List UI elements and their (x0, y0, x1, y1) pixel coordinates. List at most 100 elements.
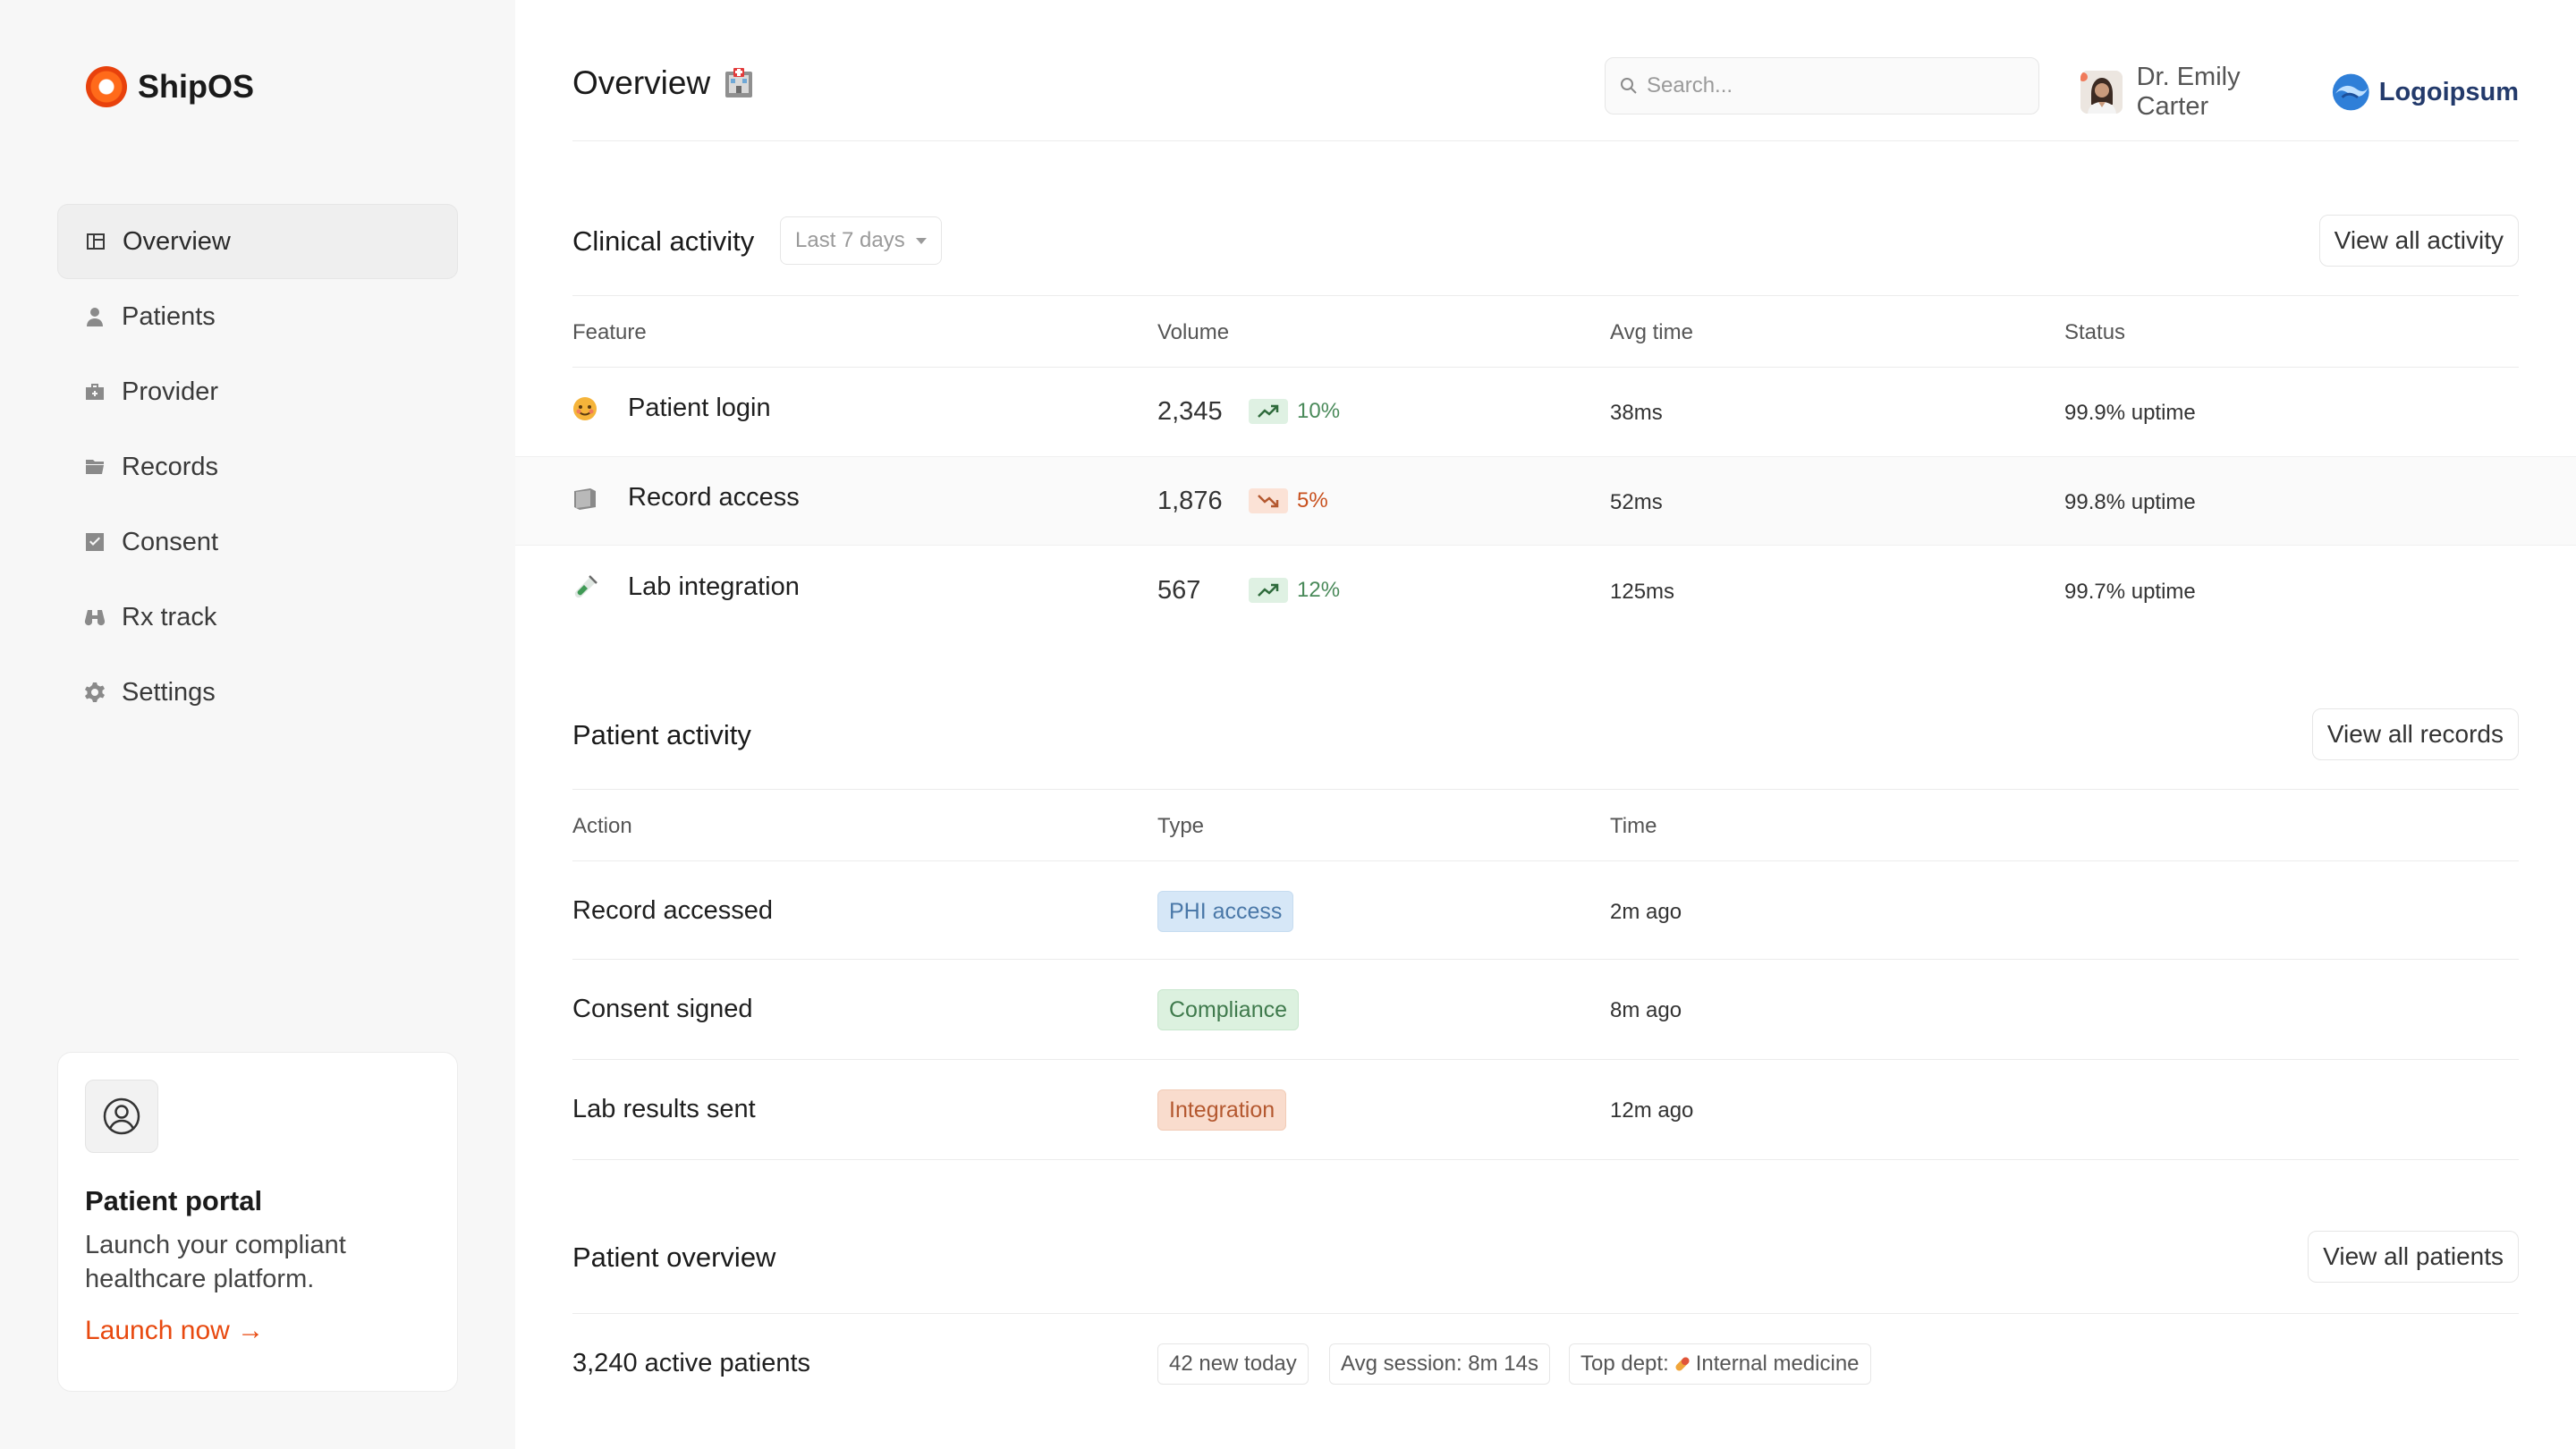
divider (572, 1159, 2519, 1160)
status-value: 99.9% uptime (2064, 401, 2196, 425)
section-title: Patient activity (572, 719, 751, 750)
logoipsum-logo-icon (2333, 73, 2369, 111)
divider (572, 295, 2519, 296)
sidebar-item-rx-track[interactable]: Rx track (57, 580, 458, 655)
type-badge: Integration (1157, 1089, 1287, 1131)
feature-name: Record access (628, 483, 800, 512)
status-value: 99.7% uptime (2064, 580, 2196, 604)
patient-portal-card: Patient portal Launch your compliant hea… (57, 1052, 458, 1392)
volume-value: 2,345 (1157, 397, 1223, 426)
sidebar: ShipOS Overview Patients Provider Record… (0, 0, 515, 1449)
sidebar-item-label: Patients (122, 301, 216, 331)
volume-value: 1,876 (1157, 487, 1223, 515)
gear-icon (84, 682, 106, 703)
search-icon (1621, 78, 1637, 94)
test-tube-emoji-icon (572, 574, 597, 600)
column-header-feature: Feature (572, 320, 647, 344)
column-header-status: Status (2064, 320, 2126, 344)
layout-icon (85, 231, 106, 252)
column-header-action: Action (572, 814, 632, 838)
section-title: Patient overview (572, 1241, 776, 1273)
divider (572, 789, 2519, 790)
search-input[interactable] (1647, 73, 2022, 98)
promo-title: Patient portal (85, 1185, 263, 1216)
user-name: Dr. Emily Carter (2136, 63, 2241, 121)
view-all-records-button[interactable]: View all records (2311, 708, 2519, 760)
action-value: Lab results sent (572, 1095, 756, 1123)
page-title: Overview (572, 64, 753, 102)
column-header-type: Type (1157, 814, 1205, 838)
trend-value: 10% (1297, 399, 1341, 423)
topbar: Overview Search... Dr. Emily Carter Logo… (572, 55, 2519, 141)
trend-badge: 5% (1249, 488, 1328, 513)
launch-now-link[interactable]: Launch now → (85, 1316, 264, 1346)
divider (572, 959, 2519, 960)
sidebar-item-label: Provider (122, 377, 218, 406)
column-header-volume: Volume (1157, 320, 1230, 344)
column-header-avg-time: Avg time (1610, 320, 1693, 344)
brand[interactable]: ShipOS (86, 66, 254, 107)
sidebar-item-label: Settings (122, 677, 216, 707)
view-all-patients-button[interactable]: View all patients (2308, 1231, 2519, 1283)
active-patients-count: 3,240 active patients (572, 1349, 811, 1377)
feature-name: Patient login (628, 394, 771, 422)
avatar[interactable] (2080, 71, 2123, 114)
briefcase-icon (84, 381, 106, 402)
top-dept-chip: Top dept: Internal medicine (1569, 1343, 1871, 1385)
brand-name: ShipOS (138, 68, 255, 105)
time-value: 2m ago (1610, 900, 1682, 924)
feature-cell: Patient login (572, 394, 771, 423)
top-dept-value: Internal medicine (1695, 1352, 1860, 1376)
trend-value: 5% (1297, 488, 1328, 513)
promo-text: Launch your compliant healthcare platfor… (85, 1231, 346, 1293)
sidebar-item-label: Overview (123, 226, 231, 256)
top-dept-label: Top dept: (1580, 1352, 1669, 1376)
search-box[interactable] (1605, 57, 2039, 114)
trend-badge: 12% (1249, 578, 1340, 603)
page-title-text: Overview (572, 64, 711, 101)
user-circle-icon (85, 1080, 158, 1153)
time-value: 8m ago (1610, 998, 1682, 1022)
folder-icon (84, 456, 106, 478)
sidebar-item-settings[interactable]: Settings (57, 655, 458, 730)
avg-time-value: 52ms (1610, 490, 1663, 514)
action-value: Record accessed (572, 896, 774, 925)
sidebar-item-patients[interactable]: Patients (57, 279, 458, 354)
action-value: Consent signed (572, 995, 753, 1023)
trend-down-icon (1249, 488, 1288, 513)
time-value: 12m ago (1610, 1098, 1694, 1123)
sidebar-item-label: Consent (122, 527, 219, 556)
view-all-activity-button[interactable]: View all activity (2318, 215, 2519, 267)
divider (572, 860, 2519, 861)
date-range-value: Last 7 days (795, 228, 905, 252)
sidebar-item-provider[interactable]: Provider (57, 354, 458, 429)
divider (572, 1059, 2519, 1060)
feature-cell: Lab integration (572, 572, 800, 602)
hospital-emoji-icon (725, 68, 753, 97)
notebook-emoji-icon (572, 486, 597, 511)
avg-session-chip: Avg session: 8m 14s (1329, 1343, 1551, 1385)
sidebar-item-overview[interactable]: Overview (57, 204, 458, 279)
brand-logo-icon (86, 66, 127, 107)
new-today-chip: 42 new today (1157, 1343, 1309, 1385)
date-range-select[interactable]: Last 7 days (780, 216, 942, 265)
divider (572, 367, 2519, 368)
trend-up-icon (1249, 399, 1288, 424)
divider (572, 1313, 2519, 1314)
sidebar-item-consent[interactable]: Consent (57, 504, 458, 580)
avg-time-value: 38ms (1610, 401, 1663, 425)
status-value: 99.8% uptime (2064, 490, 2196, 514)
avg-time-value: 125ms (1610, 580, 1675, 604)
checkbox-icon (84, 531, 106, 553)
binoculars-icon (84, 606, 106, 628)
row-highlight (515, 456, 2576, 546)
sidebar-item-records[interactable]: Records (57, 429, 458, 504)
trend-badge: 10% (1249, 399, 1340, 424)
volume-value: 567 (1157, 576, 1201, 605)
sidebar-item-label: Records (122, 452, 218, 481)
person-icon (84, 306, 106, 327)
user-menu[interactable]: Dr. Emily Carter Logoipsum (2080, 63, 2519, 122)
trend-value: 12% (1297, 578, 1341, 602)
sidebar-item-label: Rx track (122, 602, 217, 631)
feature-name: Lab integration (628, 572, 800, 601)
